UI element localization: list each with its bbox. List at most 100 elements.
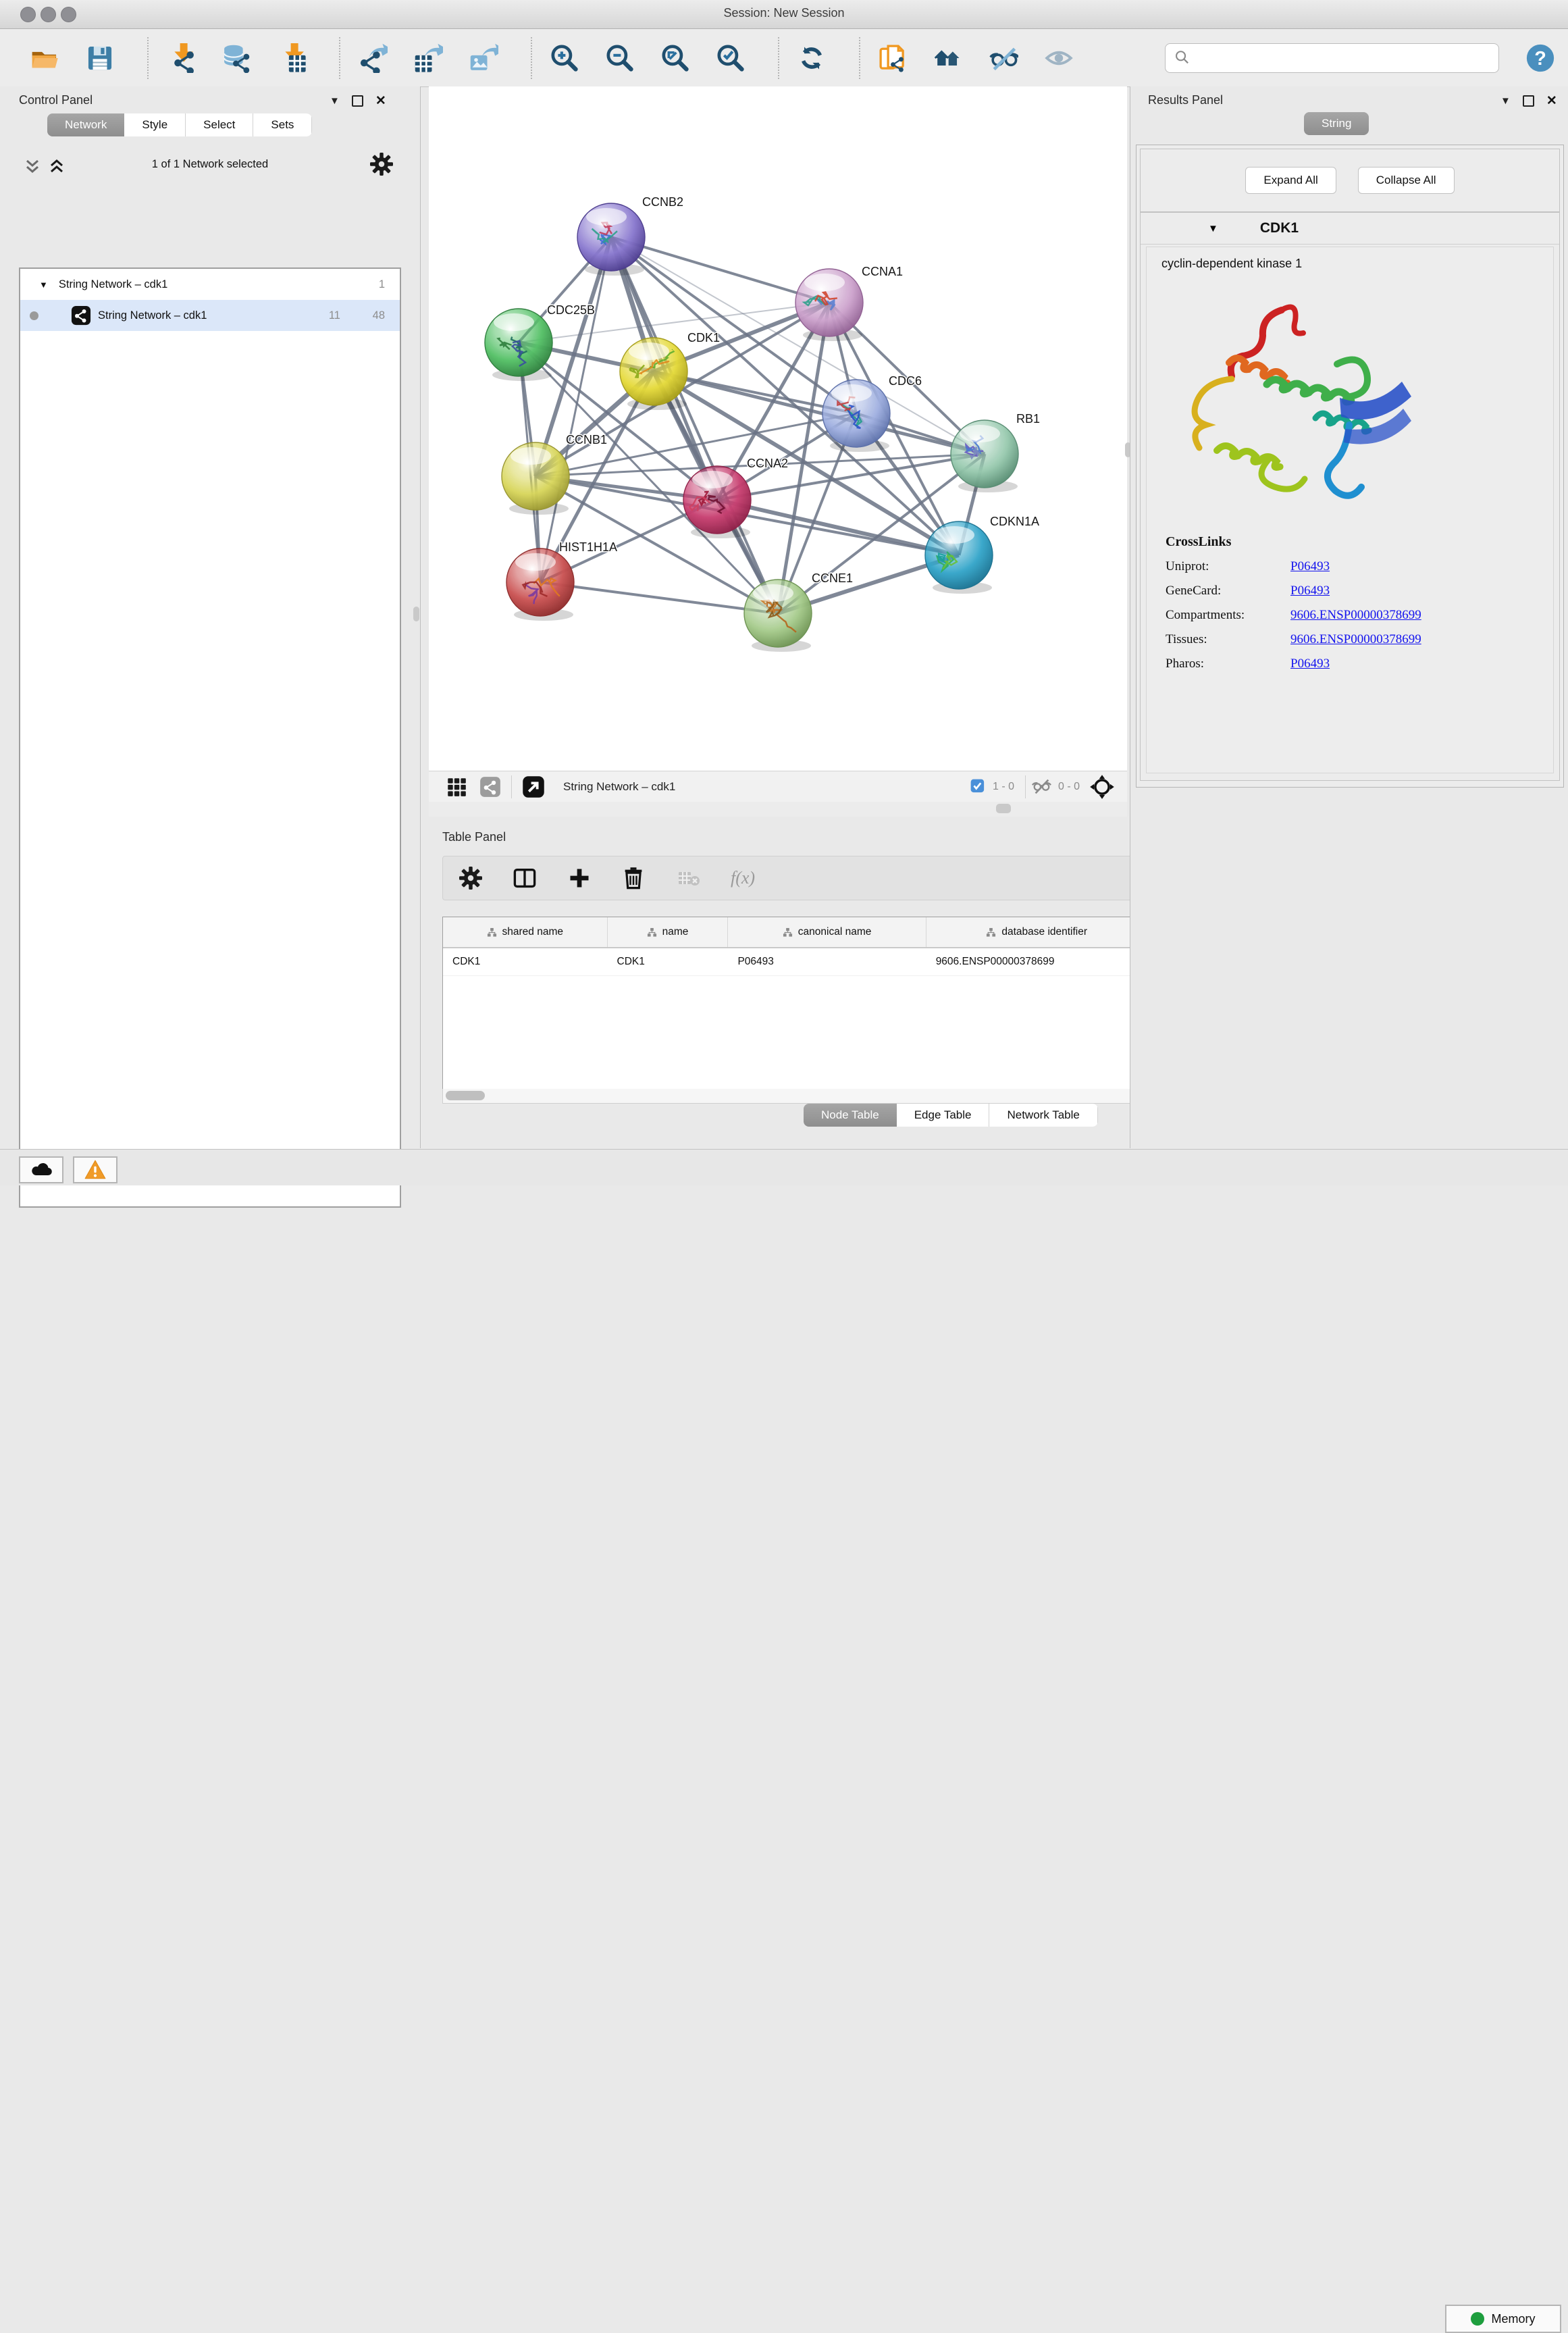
crosslink-link[interactable]: 9606.ENSP00000378699: [1290, 608, 1421, 623]
search-icon: [1174, 49, 1191, 67]
show-eye-icon[interactable]: [1044, 43, 1074, 73]
network-dot-icon: [30, 311, 38, 320]
tab-style[interactable]: Style: [124, 113, 186, 136]
collection-count: 1: [379, 278, 385, 291]
column-header-database-identifier[interactable]: database identifier: [926, 917, 1148, 947]
network-view-title: String Network – cdk1: [563, 780, 675, 794]
svg-text:CCNB1: CCNB1: [566, 433, 607, 446]
crosslink-row: Compartments:9606.ENSP00000378699: [1166, 608, 1553, 623]
open-in-window-icon[interactable]: [521, 775, 546, 799]
hidden-glasses-icon[interactable]: [1030, 777, 1053, 797]
control-panel-menu-icon[interactable]: ▼: [330, 95, 340, 107]
crosslink-row: Uniprot:P06493: [1166, 559, 1553, 574]
add-column-icon[interactable]: [567, 866, 592, 890]
warnings-button[interactable]: [73, 1156, 117, 1183]
tab-network-table[interactable]: Network Table: [989, 1104, 1097, 1127]
crosslink-row: GeneCard:P06493: [1166, 584, 1553, 598]
tab-edge-table[interactable]: Edge Table: [897, 1104, 990, 1127]
function-builder-icon: f(x): [731, 868, 755, 888]
split-columns-icon[interactable]: [512, 866, 538, 890]
hide-glasses-icon[interactable]: [989, 43, 1018, 73]
column-header-canonical-name[interactable]: canonical name: [728, 917, 926, 947]
splitter-handle[interactable]: [996, 804, 1011, 813]
left-splitter-handle[interactable]: [413, 607, 419, 621]
node-name: CDK1: [1260, 220, 1299, 236]
cdk1-section-header[interactable]: ▼ CDK1: [1141, 213, 1559, 245]
table-hscrollbar-thumb[interactable]: [446, 1091, 485, 1100]
network-tree: ▼ String Network – cdk1 1 String Network…: [19, 267, 401, 1208]
search-box[interactable]: [1165, 43, 1499, 73]
edge-count: 48: [373, 309, 385, 322]
open-folder-icon[interactable]: [30, 43, 59, 73]
zoom-in-icon[interactable]: [550, 43, 579, 73]
results-panel-title: Results Panel: [1148, 93, 1223, 107]
export-table-icon[interactable]: [413, 43, 443, 73]
crosslink-link[interactable]: P06493: [1290, 559, 1330, 574]
crosslinks-title: CrossLinks: [1166, 534, 1553, 550]
export-image-icon[interactable]: [469, 43, 498, 73]
section-collapse-icon[interactable]: ▼: [1208, 223, 1218, 234]
memory-button[interactable]: Memory: [1445, 2305, 1561, 2333]
selected-checkbox-icon[interactable]: [970, 778, 987, 796]
refresh-icon[interactable]: [797, 43, 827, 73]
column-header-name[interactable]: name: [608, 917, 729, 947]
crosslink-link[interactable]: 9606.ENSP00000378699: [1290, 632, 1421, 647]
node-description: cyclin-dependent kinase 1: [1161, 257, 1553, 271]
zoom-out-icon[interactable]: [605, 43, 635, 73]
control-panel-gear-icon[interactable]: [370, 153, 393, 176]
status-bar: Memory: [0, 1149, 1568, 1185]
import-table-icon[interactable]: [277, 43, 307, 73]
results-tabs: String: [1304, 112, 1369, 135]
results-panel-menu-icon[interactable]: ▼: [1500, 95, 1511, 107]
control-panel-title: Control Panel: [19, 93, 93, 107]
string-app-icon[interactable]: [878, 43, 908, 73]
import-network-icon[interactable]: [166, 43, 196, 73]
delete-column-icon[interactable]: [621, 865, 646, 891]
horizontal-splitter[interactable]: [429, 802, 1127, 817]
export-network-icon[interactable]: [358, 43, 388, 73]
results-panel: Results Panel ▼ ✕ String Expand All Coll…: [1130, 86, 1568, 1148]
network-row-label: String Network – cdk1: [98, 309, 207, 322]
help-button[interactable]: ?: [1525, 43, 1556, 74]
network-collection-row[interactable]: ▼ String Network – cdk1 1: [20, 269, 400, 300]
birdseye-grid-icon[interactable]: [445, 775, 468, 798]
network-canvas[interactable]: CCNB2CCNA1CDC25BCDK1CDC6RB1CCNB1CCNA2CDK…: [429, 86, 1127, 771]
control-panel-close-icon[interactable]: ✕: [375, 93, 386, 109]
search-input[interactable]: [1191, 51, 1478, 65]
crosslink-row: Tissues:9606.ENSP00000378699: [1166, 632, 1553, 647]
cdk1-section: ▼ CDK1 cyclin-dependent kinase 1 CrossLi…: [1140, 212, 1560, 781]
save-icon[interactable]: [85, 43, 115, 73]
collapse-triangle-icon[interactable]: ▼: [39, 280, 48, 290]
import-database-icon[interactable]: [221, 43, 251, 73]
network-selected-status: 1 of 1 Network selected: [0, 158, 420, 171]
network-row-selected[interactable]: String Network – cdk1 11 48: [20, 300, 400, 331]
cloud-button[interactable]: [19, 1156, 63, 1183]
results-panel-float-icon[interactable]: [1523, 95, 1534, 107]
svg-text:CCNA2: CCNA2: [747, 457, 788, 470]
svg-text:HIST1H1A: HIST1H1A: [559, 540, 617, 554]
zoom-fit-icon[interactable]: [660, 43, 690, 73]
results-panel-close-icon[interactable]: ✕: [1546, 93, 1557, 109]
zoom-selected-icon[interactable]: [716, 43, 746, 73]
crosshair-icon[interactable]: [1089, 774, 1115, 800]
svg-text:CDC6: CDC6: [889, 374, 922, 388]
crosslink-link[interactable]: P06493: [1290, 657, 1330, 671]
column-header-shared-name[interactable]: shared name: [443, 917, 608, 947]
tab-node-table[interactable]: Node Table: [804, 1104, 897, 1127]
window-title: Session: New Session: [0, 6, 1568, 20]
home-pair-icon[interactable]: [933, 43, 963, 73]
tab-network[interactable]: Network: [47, 113, 124, 136]
table-gear-icon[interactable]: [459, 867, 482, 890]
expand-all-button[interactable]: Expand All: [1245, 167, 1336, 194]
control-panel-float-icon[interactable]: [352, 95, 363, 107]
tab-sets[interactable]: Sets: [253, 113, 312, 136]
memory-label: Memory: [1491, 2312, 1535, 2326]
crosslink-link[interactable]: P06493: [1290, 584, 1330, 598]
tab-select[interactable]: Select: [186, 113, 253, 136]
network-share-toggle-icon[interactable]: [479, 775, 502, 798]
expand-collapse-row: Expand All Collapse All: [1140, 149, 1560, 212]
collapse-all-button[interactable]: Collapse All: [1358, 167, 1455, 194]
table-panel-title: Table Panel: [442, 830, 506, 844]
control-panel-tabs: NetworkStyleSelectSets: [47, 113, 312, 136]
tab-string[interactable]: String: [1304, 112, 1369, 135]
